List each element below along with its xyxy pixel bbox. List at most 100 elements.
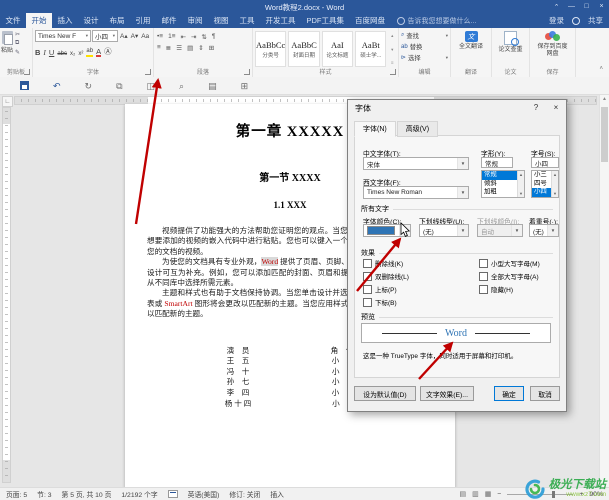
select-button[interactable]: ⊳ 选择 ▾ (401, 53, 448, 62)
show-marks-icon[interactable]: ¶ (212, 33, 216, 40)
italic-button[interactable]: I (43, 48, 46, 57)
font-color-combobox[interactable]: ▼ (363, 224, 411, 237)
borders-icon[interactable]: ⊞ (209, 44, 214, 52)
list-item[interactable]: 小三 (532, 171, 551, 180)
copy-icon[interactable]: ⧉ (15, 40, 20, 47)
print-preview-icon[interactable]: ◫ (147, 81, 156, 91)
tab-design[interactable]: 设计 (78, 13, 104, 28)
bold-button[interactable]: B (35, 48, 40, 57)
replace-button[interactable]: ab 替换 (401, 42, 448, 51)
western-font-combobox[interactable]: Times New Roman▼ (363, 186, 469, 199)
proofing-icon[interactable] (168, 490, 178, 498)
subscript-checkbox[interactable]: 下标(B) (363, 297, 397, 307)
style-card[interactable]: AaBbC 封面日期 (288, 31, 319, 67)
tab-baidu-netdisk[interactable]: 百度网盘 (350, 13, 391, 28)
font-dialog[interactable]: 字体 ? × 字体(N) 高级(V) 中文字体(T): 宋体▼ 西文字体(F):… (347, 99, 567, 412)
font-size-combobox[interactable]: 小四▾ (92, 30, 118, 42)
tab-references[interactable]: 引用 (130, 13, 156, 28)
tab-advanced[interactable]: 高级(V) (397, 121, 438, 137)
tab-view[interactable]: 视图 (208, 13, 234, 28)
font-style-input[interactable]: 常规 (481, 157, 513, 168)
list-item[interactable]: 四号 (532, 180, 551, 189)
full-text-translate-button[interactable]: 文 全文翻译 (451, 28, 491, 51)
language-indicator[interactable]: 英语(美国) (188, 489, 220, 499)
shading-icon[interactable]: ▤ (187, 44, 193, 52)
list-item[interactable]: 常规 (482, 171, 517, 180)
quick-highlight-icon[interactable]: ▤ (208, 81, 217, 91)
tell-me-box[interactable]: 告诉我您想要做什么... (391, 13, 483, 28)
tab-selector[interactable]: ∟ (2, 96, 13, 107)
line-spacing-icon[interactable]: ⇕ (198, 44, 203, 52)
paragraph-dialog-launcher-icon[interactable] (244, 69, 250, 75)
emphasis-mark-combobox[interactable]: (无)▼ (529, 224, 559, 237)
restore-icon[interactable]: □ (579, 0, 594, 13)
font-dialog-launcher-icon[interactable] (145, 69, 151, 75)
list-scrollbar[interactable]: ▲▼ (517, 171, 524, 197)
sign-in-button[interactable]: 登录 (549, 15, 564, 26)
list-item[interactable]: 加粗 (482, 188, 517, 197)
styles-dialog-launcher-icon[interactable] (390, 69, 396, 75)
font-name-combobox[interactable]: Times New F▾ (35, 30, 91, 42)
underline-style-combobox[interactable]: (无)▼ (419, 224, 469, 237)
read-mode-icon[interactable]: ⧉ (116, 81, 122, 91)
list-item[interactable]: 小四 (532, 188, 551, 197)
highlight-color-button[interactable]: ab (86, 48, 93, 57)
tab-review[interactable]: 审阅 (182, 13, 208, 28)
zoom-out-button[interactable]: − (497, 491, 501, 498)
ok-button[interactable]: 确定 (494, 386, 524, 401)
hidden-checkbox[interactable]: 隐藏(H) (479, 284, 513, 294)
save-icon[interactable] (20, 81, 29, 90)
scroll-up-icon[interactable]: ▲ (600, 95, 609, 104)
close-icon[interactable]: × (546, 100, 566, 116)
chinese-font-combobox[interactable]: 宋体▼ (363, 157, 469, 170)
ribbon-options-icon[interactable]: ⌃ (549, 0, 564, 13)
find-button[interactable]: ⌕ 查找 ▾ (401, 31, 448, 40)
page-count[interactable]: 第 5 页, 共 10 页 (62, 489, 112, 499)
change-case-button[interactable]: Aa (140, 33, 150, 40)
bullets-icon[interactable]: •≡ (157, 33, 163, 40)
tab-layout[interactable]: 布局 (104, 13, 130, 28)
scrollbar-thumb[interactable] (601, 107, 608, 162)
undo-icon[interactable]: ↶ (53, 81, 61, 91)
cancel-button[interactable]: 取消 (530, 386, 560, 401)
style-card[interactable]: AaBt 硕士学... (355, 31, 386, 67)
small-caps-checkbox[interactable]: 小型大写字母(M) (479, 258, 540, 268)
paper-check-button[interactable]: 论文查重 (492, 28, 529, 54)
underline-button[interactable]: U (49, 48, 54, 57)
dialog-title-bar[interactable]: 字体 ? × (348, 100, 566, 116)
collapse-ribbon-icon[interactable]: ˄ (599, 66, 603, 72)
clipboard-dialog-launcher-icon[interactable] (24, 69, 30, 75)
all-caps-checkbox[interactable]: 全部大写字母(A) (479, 271, 539, 281)
cut-icon[interactable]: ✂ (15, 31, 20, 38)
web-layout-icon[interactable]: ▦ (485, 490, 492, 498)
font-color-button[interactable]: A (96, 48, 101, 57)
superscript-button[interactable]: x² (78, 51, 83, 57)
align-right-icon[interactable]: ☰ (176, 44, 182, 52)
close-icon[interactable]: × (594, 0, 609, 13)
word-count[interactable]: 1/2192 个字 (121, 489, 157, 499)
align-left-icon[interactable]: ≡ (157, 44, 161, 51)
superscript-checkbox[interactable]: 上标(P) (363, 284, 397, 294)
list-item[interactable]: 倾斜 (482, 180, 517, 189)
tab-font[interactable]: 字体(N) (354, 121, 396, 137)
insert-mode-indicator[interactable]: 插入 (270, 489, 284, 499)
decrease-indent-icon[interactable]: ⇤ (181, 33, 186, 41)
subscript-button[interactable]: x₂ (70, 51, 75, 57)
grow-font-button[interactable]: A▴ (119, 32, 129, 40)
style-card[interactable]: AaBbCc 分类号 (255, 31, 286, 67)
tab-file[interactable]: 文件 (0, 13, 26, 28)
tab-pdf-tools[interactable]: PDF工具集 (301, 13, 350, 28)
set-as-default-button[interactable]: 设为默认值(D) (354, 386, 416, 401)
read-mode-icon[interactable]: ▤ (460, 490, 467, 498)
gallery-more-icon[interactable]: ≡ (391, 60, 394, 65)
tab-insert[interactable]: 插入 (52, 13, 78, 28)
quick-find-icon[interactable]: ⌕ (179, 81, 184, 91)
vertical-ruler[interactable] (2, 107, 11, 483)
tab-home[interactable]: 开始 (26, 13, 52, 28)
section-indicator[interactable]: 节: 3 (37, 489, 51, 499)
tab-mailings[interactable]: 邮件 (156, 13, 182, 28)
font-size-list[interactable]: 小三 四号 小四 ▲▼ (531, 170, 559, 198)
list-scrollbar[interactable]: ▲▼ (551, 171, 558, 197)
double-strikethrough-checkbox[interactable]: 双删除线(L) (363, 271, 409, 281)
track-changes-indicator[interactable]: 修订: 关闭 (229, 489, 260, 499)
